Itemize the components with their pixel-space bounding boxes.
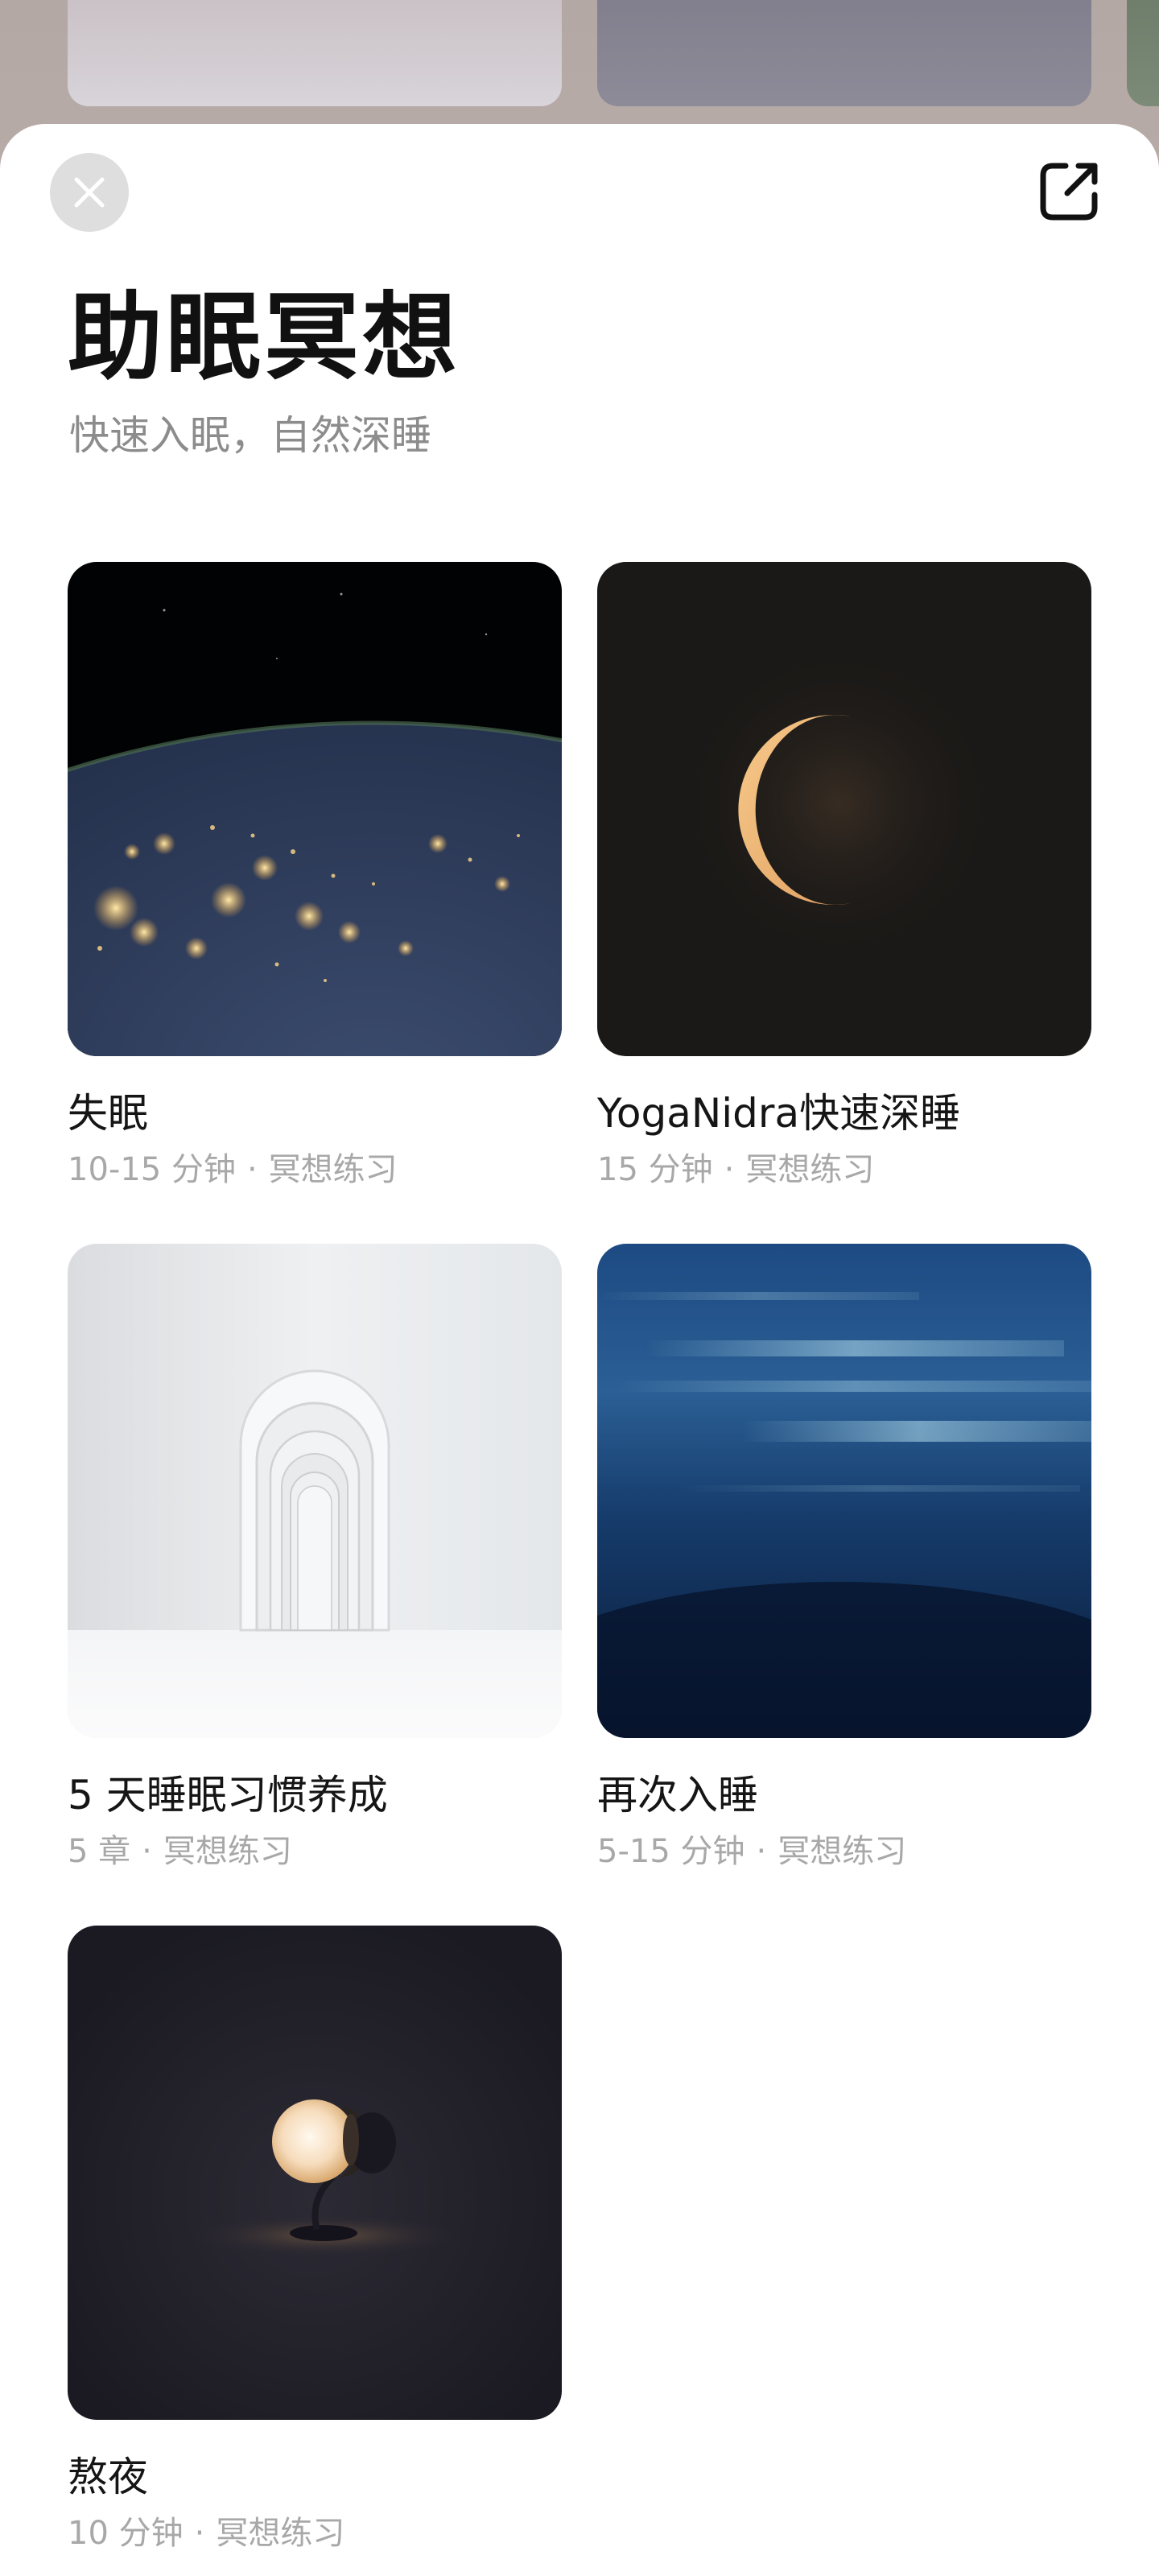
meditation-card-sleep-habit[interactable]: 5 天睡眠习惯养成 5 章 · 冥想练习: [68, 1244, 562, 1875]
card-duration: 10 分钟: [68, 2515, 184, 2552]
card-duration: 10-15 分钟: [68, 1151, 236, 1188]
page-subtitle: 快速入眠，自然深睡: [69, 412, 431, 459]
card-title: 5 天睡眠习惯养成: [68, 1772, 388, 1818]
card-category: 冥想练习: [216, 2515, 345, 2552]
card-meta: 5 章 · 冥想练习: [68, 1828, 562, 1875]
meta-separator: ·: [756, 1833, 767, 1870]
close-icon: [74, 177, 105, 208]
card-image-blue-water: [597, 1244, 1091, 1738]
card-title: 失眠: [68, 1090, 148, 1137]
share-icon: [1040, 163, 1098, 221]
meditation-card-yoganidra[interactable]: YogaNidra快速深睡 15 分钟 · 冥想练习: [597, 562, 1091, 1193]
background-card: [68, 0, 562, 106]
meta-separator: ·: [194, 2515, 205, 2552]
meditation-card-insomnia[interactable]: 失眠 10-15 分钟 · 冥想练习: [68, 562, 562, 1193]
card-title: 再次入睡: [597, 1772, 758, 1818]
meditation-card-stay-up-late[interactable]: 熬夜 10 分钟 · 冥想练习: [68, 1926, 562, 2557]
share-button[interactable]: [1032, 155, 1106, 229]
card-meta: 10-15 分钟 · 冥想练习: [68, 1146, 562, 1193]
background-card: [597, 0, 1091, 106]
card-image-white-arches: [68, 1244, 562, 1738]
card-category: 冥想练习: [163, 1833, 292, 1870]
page-title: 助眠冥想: [68, 282, 461, 393]
card-meta: 15 分钟 · 冥想练习: [597, 1146, 1091, 1193]
meditation-card-sleep-again[interactable]: 再次入睡 5-15 分钟 · 冥想练习: [597, 1244, 1091, 1875]
background-card: [1127, 0, 1159, 106]
meta-separator: ·: [246, 1151, 258, 1188]
card-category: 冥想练习: [268, 1151, 398, 1188]
meta-separator: ·: [142, 1833, 152, 1870]
card-meta: 5-15 分钟 · 冥想练习: [597, 1828, 1091, 1875]
card-image-earth-at-night: [68, 562, 562, 1056]
card-meta: 10 分钟 · 冥想练习: [68, 2510, 562, 2557]
card-image-crescent-moon: [597, 562, 1091, 1056]
card-duration: 15 分钟: [597, 1151, 713, 1188]
card-duration: 5-15 分钟: [597, 1833, 745, 1870]
card-image-desk-lamp: [68, 1926, 562, 2420]
close-button[interactable]: [50, 153, 129, 232]
card-category: 冥想练习: [745, 1151, 875, 1188]
card-duration: 5 章: [68, 1833, 131, 1870]
meta-separator: ·: [724, 1151, 735, 1188]
card-category: 冥想练习: [777, 1833, 907, 1870]
card-title: 熬夜: [68, 2454, 148, 2500]
card-title: YogaNidra快速深睡: [597, 1090, 961, 1137]
bottom-sheet: 助眠冥想 快速入眠，自然深睡 失眠 10-15 分钟 · 冥想练习 YogaNi…: [0, 124, 1159, 2576]
